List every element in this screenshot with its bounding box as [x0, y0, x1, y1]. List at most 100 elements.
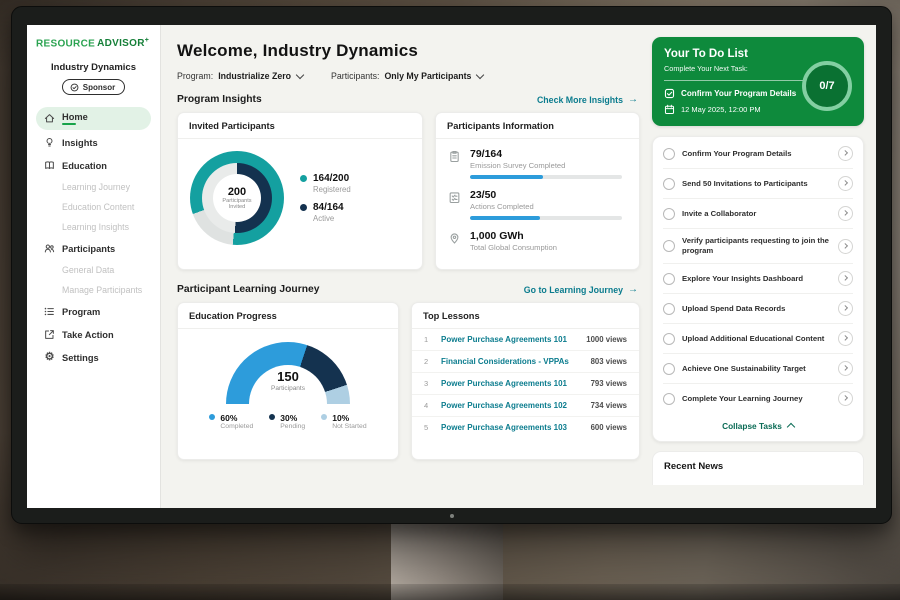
todo-task-row[interactable]: Achieve One Sustainability Target	[663, 354, 853, 384]
sidebar-item-label: Settings	[62, 353, 99, 363]
people-icon	[44, 243, 55, 254]
sidebar-item-participants[interactable]: Participants	[36, 238, 151, 259]
donut-center-value: 200	[228, 186, 246, 198]
gauge-center: 150 Participants	[226, 369, 350, 392]
sidebar-item-label: Take Action	[62, 330, 114, 340]
sidebar-item-education[interactable]: Education	[36, 155, 151, 176]
donut-center: 200 Participants Invited	[213, 174, 261, 222]
task-checkbox[interactable]	[663, 363, 675, 375]
participants-dropdown[interactable]: Participants: Only My Participants	[331, 71, 483, 81]
legend-dot	[321, 414, 327, 420]
sidebar-item-home[interactable]: Home	[36, 107, 151, 130]
card-title: Education Progress	[178, 303, 398, 329]
top-lessons-card: Top Lessons 1 Power Purchase Agreements …	[411, 302, 640, 460]
desk-shadow	[0, 584, 900, 600]
info-value: 1,000 GWh	[470, 230, 557, 242]
task-checkbox[interactable]	[663, 240, 675, 252]
sidebar-item-learning-insights[interactable]: Learning Insights	[36, 218, 151, 236]
lesson-title-link[interactable]: Power Purchase Agreements 103	[441, 423, 582, 432]
todo-task-row[interactable]: Upload Additional Educational Content	[663, 324, 853, 354]
task-checkbox[interactable]	[663, 303, 675, 315]
info-row-emission: 79/164 Emission Survey Completed	[436, 139, 639, 180]
lesson-views: 1000 views	[586, 335, 627, 344]
lesson-title-link[interactable]: Power Purchase Agreements 101	[441, 379, 582, 388]
progress-fill	[470, 175, 543, 179]
sidebar-item-general-data[interactable]: General Data	[36, 261, 151, 279]
info-label: Emission Survey Completed	[470, 161, 622, 170]
logo-plus: +	[145, 37, 149, 44]
org-name: Industry Dynamics	[36, 62, 151, 73]
todo-task-row[interactable]: Upload Spend Data Records	[663, 294, 853, 324]
gauge-center-label: Participants	[226, 385, 350, 392]
list-icon	[44, 306, 55, 317]
task-checkbox[interactable]	[663, 148, 675, 160]
legend-dot	[209, 414, 215, 420]
book-icon	[44, 160, 55, 171]
sidebar-item-take-action[interactable]: Take Action	[36, 324, 151, 345]
todo-task-row[interactable]: Complete Your Learning Journey	[663, 384, 853, 413]
sponsor-badge[interactable]: Sponsor	[62, 79, 125, 95]
sidebar-item-program[interactable]: Program	[36, 301, 151, 322]
sidebar-item-settings[interactable]: ⚙ Settings	[36, 347, 151, 368]
education-gauge-body: 150 Participants 60% C	[178, 329, 398, 430]
due-date-label: 12 May 2025, 12:00 PM	[681, 105, 761, 114]
lesson-row: 2 Financial Considerations - VPPAs 803 v…	[412, 351, 639, 373]
gear-icon: ⚙	[44, 352, 55, 363]
todo-task-row[interactable]: Send 50 Invitations to Participants	[663, 169, 853, 199]
sidebar-item-insights[interactable]: Insights	[36, 132, 151, 153]
task-checkbox[interactable]	[663, 273, 675, 285]
lightbulb-icon	[44, 137, 55, 148]
task-checkbox[interactable]	[663, 333, 675, 345]
filters-row: Program: Industrialize Zero Participants…	[177, 71, 640, 81]
lesson-views: 793 views	[591, 379, 627, 388]
logo-resource: RESOURCE	[36, 38, 95, 49]
learning-journey-header: Participant Learning Journey Go to Learn…	[177, 284, 638, 295]
link-label: Check More Insights	[537, 95, 623, 105]
task-label: Complete Your Learning Journey	[682, 394, 831, 404]
check-more-insights-link[interactable]: Check More Insights →	[537, 94, 638, 105]
info-value: 79/164	[470, 148, 622, 160]
education-progress-card: Education Progress 150 Participants	[177, 302, 399, 460]
legend-dot	[300, 175, 307, 182]
legend-label: Registered	[313, 185, 351, 194]
go-to-learning-journey-link[interactable]: Go to Learning Journey →	[524, 284, 638, 295]
program-label: Program:	[177, 71, 213, 81]
sponsor-badge-label: Sponsor	[83, 83, 115, 92]
screen: RESOURCEADVISOR+ Industry Dynamics Spons…	[27, 25, 876, 508]
collapse-tasks-button[interactable]: Collapse Tasks	[663, 413, 853, 439]
card-title: Participants Information	[436, 113, 639, 139]
legend-label: Pending	[280, 423, 305, 430]
todo-task-row[interactable]: Confirm Your Program Details	[663, 139, 853, 169]
task-checkbox[interactable]	[663, 393, 675, 405]
sidebar-item-label: Participants	[62, 244, 115, 254]
task-checkbox[interactable]	[663, 208, 675, 220]
todo-task-row[interactable]: Explore Your Insights Dashboard	[663, 264, 853, 294]
monitor-bezel: RESOURCEADVISOR+ Industry Dynamics Spons…	[11, 6, 892, 524]
sidebar-item-manage-participants[interactable]: Manage Participants	[36, 281, 151, 299]
todo-task-row[interactable]: Verify participants requesting to join t…	[663, 229, 853, 264]
next-task-row[interactable]: Confirm Your Program Details	[664, 80, 804, 104]
invited-donut-body: 200 Participants Invited	[178, 139, 422, 245]
legend-label: Not Started	[332, 423, 366, 430]
task-checkbox[interactable]	[663, 178, 675, 190]
lesson-title-link[interactable]: Power Purchase Agreements 102	[441, 401, 582, 410]
program-dropdown[interactable]: Program: Industrialize Zero	[177, 71, 303, 81]
info-row-consumption: 1,000 GWh Total Global Consumption	[436, 221, 639, 258]
legend-value: 30%	[280, 413, 305, 423]
lesson-row: 1 Power Purchase Agreements 101 1000 vie…	[412, 329, 639, 351]
arrow-right-icon: →	[628, 284, 638, 295]
legend-active: 84/164 Active	[300, 202, 351, 223]
sidebar-item-education-content[interactable]: Education Content	[36, 198, 151, 216]
external-arrow-icon	[44, 329, 55, 340]
task-label: Upload Additional Educational Content	[682, 334, 831, 344]
todo-task-row[interactable]: Invite a Collaborator	[663, 199, 853, 229]
checklist-icon	[448, 191, 461, 204]
legend-value: 60%	[220, 413, 253, 423]
lesson-title-link[interactable]: Financial Considerations - VPPAs	[441, 357, 582, 366]
todo-card: Your To Do List Complete Your Next Task:…	[652, 37, 864, 126]
todo-progress-value: 0/7	[819, 80, 834, 92]
sidebar-item-learning-journey[interactable]: Learning Journey	[36, 178, 151, 196]
lesson-title-link[interactable]: Power Purchase Agreements 101	[441, 335, 577, 344]
chevron-right-icon	[838, 361, 853, 376]
link-label: Go to Learning Journey	[524, 285, 623, 295]
